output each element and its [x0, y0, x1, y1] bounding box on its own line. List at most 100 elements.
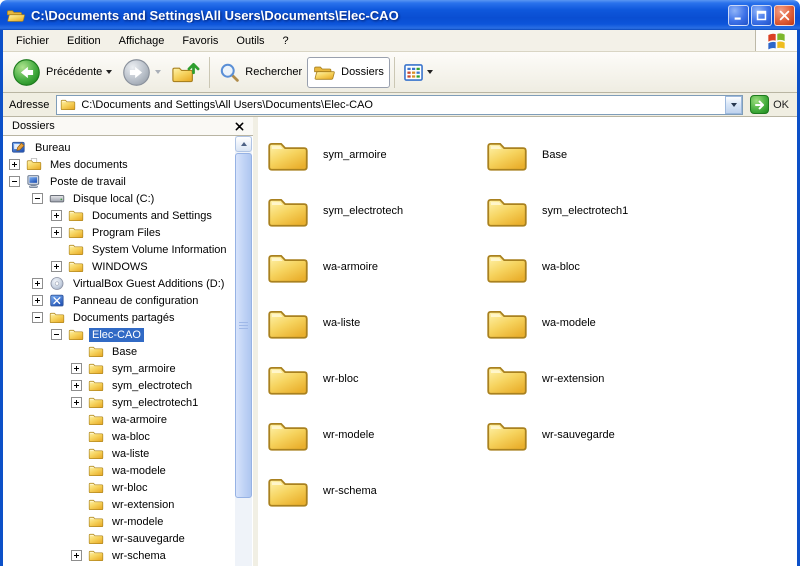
menu-aide[interactable]: ?	[274, 30, 298, 51]
collapse-minus-icon[interactable]	[32, 193, 43, 204]
address-dropdown-button[interactable]	[725, 96, 742, 114]
tree-item-disque-local-c[interactable]: Disque local (C:)	[3, 190, 253, 207]
folders-button-label: Dossiers	[341, 66, 384, 78]
tile-base[interactable]: Base	[485, 127, 704, 183]
selected-tree-item-label: Elec-CAO	[89, 328, 144, 342]
tile-wr-modele[interactable]: wr-modele	[266, 407, 485, 463]
menu-edition[interactable]: Edition	[58, 30, 110, 51]
folder-icon	[485, 418, 529, 453]
go-arrow-icon	[754, 99, 766, 111]
tile-wa-bloc[interactable]: wa-bloc	[485, 239, 704, 295]
scrollbar-thumb[interactable]	[235, 153, 252, 498]
expand-plus-icon[interactable]	[71, 363, 82, 374]
close-icon	[779, 10, 790, 21]
tree-item-wa-modele[interactable]: wa-modele	[3, 462, 253, 479]
minimize-button[interactable]	[728, 5, 749, 26]
tree-item-wr-sauvegarde[interactable]: wr-sauvegarde	[3, 530, 253, 547]
go-button[interactable]	[750, 95, 769, 114]
maximize-button[interactable]	[751, 5, 772, 26]
expand-plus-icon[interactable]	[71, 397, 82, 408]
folders-button[interactable]: Dossiers	[307, 57, 390, 88]
tile-wa-modele[interactable]: wa-modele	[485, 295, 704, 351]
tile-sym-electrotech1[interactable]: sym_electrotech1	[485, 183, 704, 239]
collapse-minus-icon[interactable]	[51, 329, 62, 340]
tile-wr-bloc[interactable]: wr-bloc	[266, 351, 485, 407]
folder-icon	[485, 362, 529, 397]
minimize-icon	[733, 10, 744, 21]
tree-item-elec-cao[interactable]: Elec-CAO	[3, 326, 253, 343]
tree-item-program-files[interactable]: Program Files	[3, 224, 253, 241]
expand-plus-icon[interactable]	[51, 227, 62, 238]
tree-item-documents-and-settings[interactable]: Documents and Settings	[3, 207, 253, 224]
titlebar[interactable]: C:\Documents and Settings\All Users\Docu…	[0, 0, 800, 30]
tree-item-base[interactable]: Base	[3, 343, 253, 360]
tree-item-wr-bloc[interactable]: wr-bloc	[3, 479, 253, 496]
menu-affichage[interactable]: Affichage	[110, 30, 174, 51]
scroll-up-button[interactable]	[235, 136, 252, 152]
collapse-minus-icon[interactable]	[9, 176, 20, 187]
forward-button[interactable]	[117, 55, 166, 89]
tree-item-wa-bloc[interactable]: wa-bloc	[3, 428, 253, 445]
collapse-minus-icon[interactable]	[32, 312, 43, 323]
back-button[interactable]: Précédente	[7, 55, 117, 89]
expand-plus-icon[interactable]	[71, 380, 82, 391]
maximize-icon	[756, 10, 767, 21]
tree-item-wa-liste[interactable]: wa-liste	[3, 445, 253, 462]
arrow-up-icon	[241, 142, 247, 146]
address-value[interactable]: C:\Documents and Settings\All Users\Docu…	[81, 99, 725, 111]
menu-fichier[interactable]: Fichier	[7, 30, 58, 51]
menu-outils[interactable]: Outils	[227, 30, 273, 51]
tile-sym-armoire[interactable]: sym_armoire	[266, 127, 485, 183]
menu-favoris[interactable]: Favoris	[173, 30, 227, 51]
folder-icon	[266, 250, 310, 285]
folder-icon	[88, 548, 104, 563]
expand-plus-icon[interactable]	[32, 278, 43, 289]
tile-wa-liste[interactable]: wa-liste	[266, 295, 485, 351]
tree-item-wa-armoire[interactable]: wa-armoire	[3, 411, 253, 428]
back-dropdown-caret-icon[interactable]	[106, 70, 112, 74]
tree-item-panneau-de-configuration[interactable]: Panneau de configuration	[3, 292, 253, 309]
tree-item-windows[interactable]: WINDOWS	[3, 258, 253, 275]
tile-wr-schema[interactable]: wr-schema	[266, 463, 485, 519]
tree-item-sym-electrotech[interactable]: sym_electrotech	[3, 377, 253, 394]
close-button[interactable]	[774, 5, 795, 26]
close-icon	[235, 122, 244, 131]
views-dropdown-caret-icon[interactable]	[427, 70, 433, 74]
tree-item-sym-armoire[interactable]: sym_armoire	[3, 360, 253, 377]
up-button[interactable]	[166, 55, 205, 89]
expand-plus-icon[interactable]	[71, 550, 82, 561]
tree-item-system-volume-information[interactable]: System Volume Information	[3, 241, 253, 258]
tile-sym-electrotech[interactable]: sym_electrotech	[266, 183, 485, 239]
tree-item-bureau[interactable]: Bureau	[3, 139, 253, 156]
folders-pane-close-button[interactable]	[232, 119, 247, 134]
folders-icon	[313, 63, 336, 82]
expand-plus-icon[interactable]	[9, 159, 20, 170]
tree-scrollbar[interactable]	[235, 136, 252, 566]
windows-flag-icon	[766, 30, 787, 52]
search-button[interactable]: Rechercher	[214, 55, 307, 89]
expand-plus-icon[interactable]	[51, 210, 62, 221]
menubar: Fichier Edition Affichage Favoris Outils…	[3, 30, 797, 52]
tree-item-documents-partages[interactable]: Documents partagés	[3, 309, 253, 326]
folder-icon	[68, 259, 84, 274]
folder-icon	[88, 378, 104, 393]
views-button[interactable]	[399, 55, 438, 89]
tree-item-wr-modele[interactable]: wr-modele	[3, 513, 253, 530]
expand-plus-icon[interactable]	[32, 295, 43, 306]
explorer-window: C:\Documents and Settings\All Users\Docu…	[0, 0, 800, 566]
search-icon	[219, 62, 240, 83]
expand-plus-icon[interactable]	[51, 261, 62, 272]
tree-item-wr-schema[interactable]: wr-schema	[3, 547, 253, 564]
folder-icon	[88, 480, 104, 495]
tile-wa-armoire[interactable]: wa-armoire	[266, 239, 485, 295]
tile-wr-sauvegarde[interactable]: wr-sauvegarde	[485, 407, 704, 463]
folders-pane-header: Dossiers	[3, 117, 253, 136]
tree-item-mes-documents[interactable]: Mes documents	[3, 156, 253, 173]
tile-wr-extension[interactable]: wr-extension	[485, 351, 704, 407]
tree-item-sym-electrotech1[interactable]: sym_electrotech1	[3, 394, 253, 411]
tree-item-virtualbox-guest-additions-d[interactable]: VirtualBox Guest Additions (D:)	[3, 275, 253, 292]
tree-item-wr-extension[interactable]: wr-extension	[3, 496, 253, 513]
tree-item-poste-de-travail[interactable]: Poste de travail	[3, 173, 253, 190]
address-combobox[interactable]: C:\Documents and Settings\All Users\Docu…	[56, 95, 743, 115]
chevron-down-icon	[731, 103, 737, 107]
